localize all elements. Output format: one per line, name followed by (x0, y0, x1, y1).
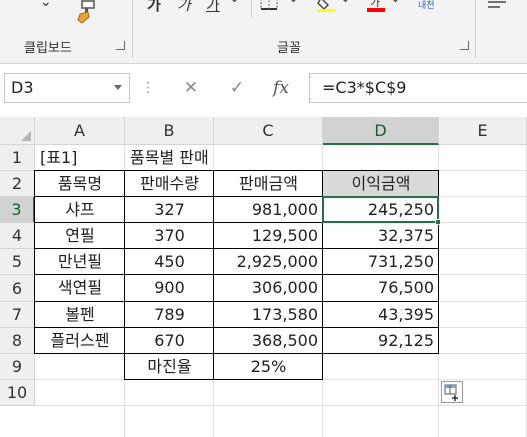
name-box-dropdown-icon[interactable] (114, 85, 122, 90)
table-cell[interactable]: 306,000 (214, 275, 323, 302)
table-cell[interactable]: 173,580 (214, 302, 323, 328)
row-header-4[interactable]: 4 (0, 223, 35, 249)
column-header-c[interactable]: C (214, 117, 323, 145)
font-group-label: 글꼴 (277, 41, 301, 56)
paste-dropdown-icon[interactable]: ⌄ (40, 0, 52, 10)
gridline-horizontal (35, 405, 527, 406)
header-cell[interactable]: 판매금액 (214, 171, 323, 197)
column-header-a[interactable]: A (35, 117, 125, 145)
table-cell[interactable]: 43,395 (323, 302, 439, 328)
table-cell[interactable]: 샤프 (35, 197, 125, 223)
quick-analysis-icon (444, 384, 458, 401)
quick-analysis-button[interactable] (441, 381, 463, 403)
table-cell[interactable]: 450 (125, 249, 214, 275)
column-header-b[interactable]: B (125, 117, 214, 145)
table-cell[interactable]: 368,500 (214, 328, 323, 354)
svg-text:가: 가 (370, 0, 380, 9)
row-header-10[interactable]: 10 (0, 380, 35, 406)
table-cell[interactable]: 32,375 (323, 223, 439, 249)
header-cell[interactable]: 품목명 (35, 171, 125, 197)
font-color-dropdown-icon[interactable]: ⌄ (390, 0, 401, 6)
cell-b1[interactable]: 품목별 판매 현황 (125, 145, 214, 171)
row-header-5[interactable]: 5 (0, 249, 35, 275)
name-box-value: D3 (11, 78, 34, 97)
formula-bar-more-icon[interactable]: ⋮ (140, 73, 156, 103)
formula-input[interactable]: =C3*$C$9 (309, 73, 527, 103)
enter-icon[interactable]: ✓ (218, 73, 256, 103)
formula-bar: D3 ⋮ ✕ ✓ fx =C3*$C$9 (0, 64, 527, 116)
cell-a1[interactable]: [표1] (35, 145, 125, 171)
table-cell[interactable]: 만년필 (35, 249, 125, 275)
header-cell[interactable]: 판매수량 (125, 171, 214, 197)
column-header-e[interactable]: E (439, 117, 527, 145)
ribbon-separator (475, 0, 476, 58)
table-cell[interactable]: 색연필 (35, 275, 125, 302)
clipboard-group-label: 클립보드 (24, 41, 72, 56)
cell-b9[interactable]: 마진율 (125, 354, 214, 380)
cancel-icon[interactable]: ✕ (172, 73, 210, 103)
table-cell[interactable]: 789 (125, 302, 214, 328)
table-cell[interactable]: 76,500 (323, 275, 439, 302)
fill-color-dropdown-icon[interactable]: ⌄ (340, 0, 351, 6)
cell-c9[interactable]: 25% (214, 354, 323, 380)
insert-function-icon[interactable]: fx (262, 73, 300, 103)
underline-button[interactable]: 가 (206, 0, 220, 15)
table-cell[interactable]: 129,500 (214, 223, 323, 249)
table-cell[interactable]: 670 (125, 328, 214, 354)
format-painter-icon[interactable] (76, 0, 98, 24)
row-header-8[interactable]: 8 (0, 328, 35, 354)
table-cell[interactable]: 327 (125, 197, 214, 223)
bold-button[interactable]: 가 (147, 0, 161, 15)
ribbon: ⌄ 클립보드 가 가 가 ⌄ ⌄ ⌄ 가 ⌄ 내천 글꼴 (0, 0, 527, 64)
table-cell[interactable]: 370 (125, 223, 214, 249)
border-dropdown-icon[interactable]: ⌄ (288, 0, 299, 6)
fill-handle[interactable] (435, 219, 441, 225)
row-header-9[interactable]: 9 (0, 354, 35, 380)
table-cell[interactable]: 볼펜 (35, 302, 125, 328)
clipboard-launcher-icon[interactable] (116, 41, 125, 50)
active-cell-selection[interactable] (322, 196, 439, 223)
table-cell[interactable]: 981,000 (214, 197, 323, 223)
font-color-icon[interactable]: 가 (366, 0, 386, 16)
font-launcher-icon[interactable] (460, 41, 469, 50)
column-header-d[interactable]: D (323, 117, 439, 145)
table-cell[interactable]: 2,925,000 (214, 249, 323, 275)
header-cell[interactable]: 이익금액 (323, 171, 439, 197)
ribbon-separator (251, 0, 252, 18)
row-header-3[interactable]: 3 (0, 197, 35, 223)
row-header-7[interactable]: 7 (0, 302, 35, 328)
underline-dropdown-icon[interactable]: ⌄ (229, 0, 240, 6)
italic-button[interactable]: 가 (177, 0, 191, 15)
table-cell[interactable]: 연필 (35, 223, 125, 249)
select-all-corner[interactable] (0, 117, 35, 145)
align-icon[interactable] (488, 0, 506, 16)
worksheet-grid[interactable]: ABCDE12345678910[표1]품목별 판매 현황품목명판매수량판매금액… (0, 117, 527, 437)
table-cell[interactable]: 731,250 (323, 249, 439, 275)
table-cell[interactable]: 플러스펜 (35, 328, 125, 354)
fill-color-icon[interactable] (316, 0, 336, 16)
phonetic-button[interactable]: 내천 (418, 0, 435, 11)
name-box[interactable]: D3 (4, 73, 130, 103)
row-header-6[interactable]: 6 (0, 275, 35, 302)
border-icon[interactable] (260, 0, 280, 16)
ribbon-separator (132, 0, 133, 58)
row-header-1[interactable]: 1 (0, 145, 35, 171)
table-cell[interactable]: 92,125 (323, 328, 439, 354)
row-header-2[interactable]: 2 (0, 171, 35, 197)
table-cell[interactable]: 900 (125, 275, 214, 302)
